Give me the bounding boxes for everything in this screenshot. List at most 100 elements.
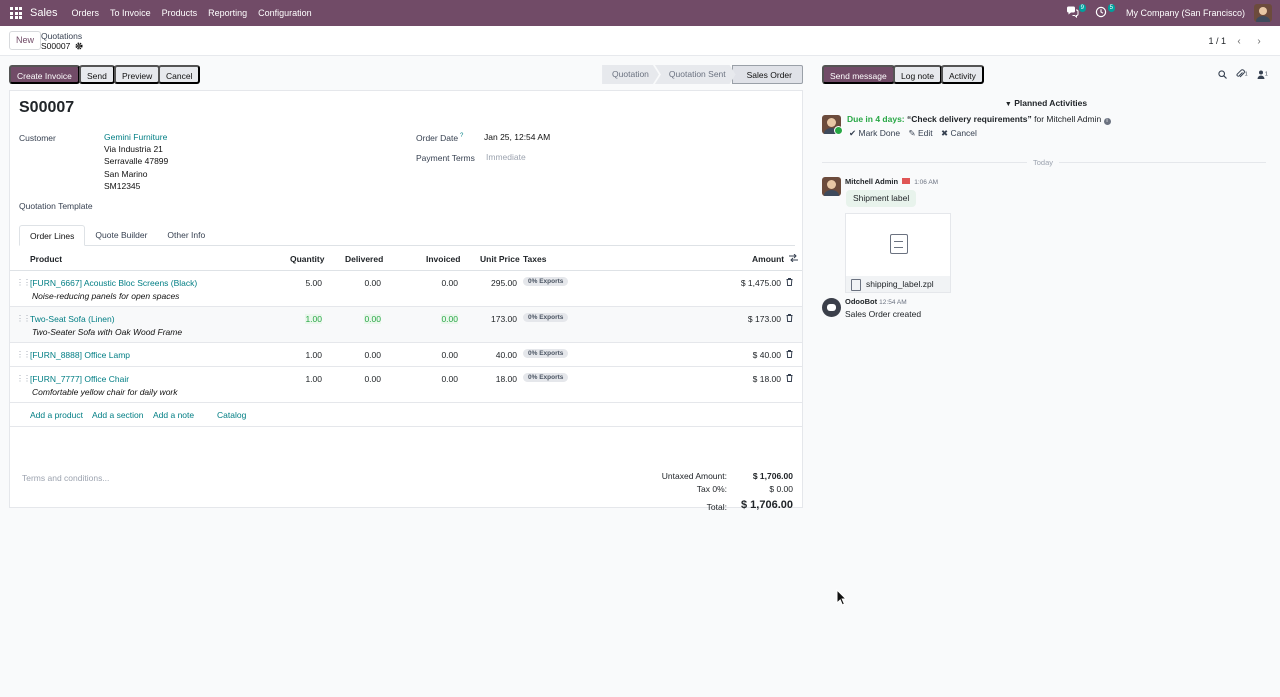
- pager-value[interactable]: 1 / 1: [1208, 36, 1226, 46]
- table-row[interactable]: ⋮⋮ [FURN_7777] Office Chair Comfortable …: [10, 367, 802, 403]
- col-quantity[interactable]: Quantity: [290, 254, 324, 264]
- drag-handle-icon[interactable]: ⋮⋮: [16, 314, 31, 323]
- table-row[interactable]: ⋮⋮ [FURN_6667] Acoustic Bloc Screens (Bl…: [10, 271, 802, 307]
- menu-reporting[interactable]: Reporting: [208, 8, 247, 18]
- planned-activities-toggle[interactable]: ▼ Planned Activities: [812, 98, 1280, 108]
- customer-link[interactable]: Gemini Furniture: [104, 131, 167, 143]
- messaging-icon[interactable]: 9: [1066, 4, 1086, 20]
- attachment-card[interactable]: shipping_label.zpl: [845, 213, 951, 293]
- chevron-right-icon[interactable]: ›: [1252, 34, 1266, 48]
- stage-sales-order[interactable]: Sales Order: [731, 65, 803, 84]
- table-row[interactable]: ⋮⋮ Two-Seat Sofa (Linen) Two-Seater Sofa…: [10, 307, 802, 343]
- message-time: 1:06 AM: [914, 179, 939, 186]
- drag-handle-icon[interactable]: ⋮⋮: [16, 374, 31, 383]
- line-unit-price[interactable]: 40.00: [496, 350, 517, 360]
- col-taxes[interactable]: Taxes: [523, 254, 546, 264]
- add-section-link[interactable]: Add a section: [92, 410, 144, 420]
- company-switcher[interactable]: My Company (San Francisco): [1126, 8, 1245, 18]
- payment-terms-input[interactable]: Immediate: [486, 151, 526, 163]
- col-delivered[interactable]: Delivered: [345, 254, 383, 264]
- drag-handle-icon[interactable]: ⋮⋮: [16, 278, 31, 287]
- line-product[interactable]: [FURN_8888] Office Lamp: [30, 350, 130, 360]
- preview-button[interactable]: Preview: [114, 65, 161, 84]
- message-avatar[interactable]: [822, 177, 841, 196]
- cancel-activity-link[interactable]: ✖ Cancel: [941, 128, 977, 138]
- line-note: Noise-reducing panels for open spaces: [32, 291, 180, 301]
- tab-order-lines[interactable]: Order Lines: [19, 225, 86, 246]
- add-note-link[interactable]: Add a note: [153, 410, 194, 420]
- tax-badge[interactable]: 0% Exports: [523, 277, 569, 286]
- line-quantity[interactable]: 1.00: [305, 374, 322, 384]
- help-tooltip-icon[interactable]: ?: [460, 133, 463, 139]
- col-invoiced[interactable]: Invoiced: [426, 254, 460, 264]
- menu-products[interactable]: Products: [162, 8, 198, 18]
- line-product[interactable]: [FURN_7777] Office Chair: [30, 374, 129, 384]
- create-invoice-button[interactable]: Create Invoice: [9, 65, 80, 84]
- line-unit-price[interactable]: 18.00: [496, 374, 517, 384]
- mark-done-link[interactable]: ✔ Mark Done: [849, 128, 900, 138]
- terms-input[interactable]: Terms and conditions...: [22, 473, 109, 483]
- line-quantity[interactable]: 1.00: [305, 350, 322, 360]
- line-quantity[interactable]: 1.00: [305, 314, 322, 324]
- col-amount[interactable]: Amount: [752, 254, 784, 264]
- followers-count: 1: [1264, 71, 1268, 78]
- tax-badge[interactable]: 0% Exports: [523, 373, 569, 382]
- line-product[interactable]: [FURN_6667] Acoustic Bloc Screens (Black…: [30, 278, 197, 288]
- app-name[interactable]: Sales: [30, 7, 58, 19]
- drag-handle-icon[interactable]: ⋮⋮: [16, 350, 31, 359]
- apps-menu-icon[interactable]: [10, 6, 24, 20]
- user-avatar[interactable]: [1254, 4, 1272, 22]
- tab-other-info[interactable]: Other Info: [157, 225, 215, 245]
- stage-quotation[interactable]: Quotation: [602, 65, 659, 84]
- line-delivered[interactable]: 0.00: [364, 350, 381, 360]
- send-message-button[interactable]: Send message: [822, 65, 895, 84]
- message-author[interactable]: Mitchell Admin: [845, 177, 898, 186]
- line-quantity[interactable]: 5.00: [305, 278, 322, 288]
- order-date-value[interactable]: Jan 25, 12:54 AM: [484, 131, 550, 143]
- menu-configuration[interactable]: Configuration: [258, 8, 312, 18]
- line-note: Two-Seater Sofa with Oak Wood Frame: [32, 327, 183, 337]
- line-unit-price[interactable]: 295.00: [491, 278, 517, 288]
- trash-icon[interactable]: [786, 314, 793, 324]
- add-product-link[interactable]: Add a product: [30, 410, 83, 420]
- search-icon[interactable]: [1217, 69, 1227, 81]
- gear-icon[interactable]: [75, 42, 83, 52]
- attachment-name[interactable]: shipping_label.zpl: [846, 276, 950, 292]
- line-delivered[interactable]: 0.00: [364, 374, 381, 384]
- tax-badge[interactable]: 0% Exports: [523, 349, 569, 358]
- info-icon[interactable]: i: [1103, 118, 1111, 125]
- breadcrumb-quotations[interactable]: Quotations: [41, 31, 83, 41]
- menu-orders[interactable]: Orders: [72, 8, 100, 18]
- odoobot-avatar[interactable]: [822, 298, 841, 317]
- line-unit-price[interactable]: 173.00: [491, 314, 517, 324]
- trash-icon[interactable]: [786, 278, 793, 288]
- trash-icon[interactable]: [786, 374, 793, 384]
- attachments-count: 1: [1244, 71, 1248, 78]
- line-delivered[interactable]: 0.00: [364, 278, 381, 288]
- activity-button[interactable]: Activity: [941, 65, 984, 84]
- col-unit-price[interactable]: Unit Price: [480, 254, 520, 264]
- followers-icon[interactable]: 1: [1257, 70, 1268, 81]
- column-toggle-icon[interactable]: [789, 253, 798, 264]
- col-product[interactable]: Product: [30, 254, 62, 264]
- edit-link[interactable]: ✎ Edit: [908, 128, 932, 138]
- menu-to-invoice[interactable]: To Invoice: [110, 8, 151, 18]
- line-amount: $ 1,475.00: [740, 278, 781, 288]
- activity-clock-icon[interactable]: 5: [1095, 4, 1115, 20]
- line-delivered[interactable]: 0.00: [364, 314, 381, 324]
- systray: 9 5 My Company (San Francisco): [1066, 0, 1280, 26]
- chevron-left-icon[interactable]: ‹: [1232, 34, 1246, 48]
- catalog-link[interactable]: Catalog: [217, 410, 246, 420]
- cancel-button[interactable]: Cancel: [158, 65, 201, 84]
- stage-quotation-sent[interactable]: Quotation Sent: [655, 65, 736, 84]
- new-button[interactable]: New: [9, 31, 42, 50]
- send-button[interactable]: Send: [79, 65, 115, 84]
- message-author[interactable]: OdooBot: [845, 297, 877, 306]
- trash-icon[interactable]: [786, 350, 793, 360]
- table-row[interactable]: ⋮⋮ [FURN_8888] Office Lamp 1.00 0.00 0.0…: [10, 343, 802, 367]
- line-product[interactable]: Two-Seat Sofa (Linen): [30, 314, 115, 324]
- log-note-button[interactable]: Log note: [893, 65, 943, 84]
- tax-badge[interactable]: 0% Exports: [523, 313, 569, 322]
- paperclip-icon[interactable]: 1: [1235, 69, 1248, 81]
- tab-quote-builder[interactable]: Quote Builder: [85, 225, 157, 245]
